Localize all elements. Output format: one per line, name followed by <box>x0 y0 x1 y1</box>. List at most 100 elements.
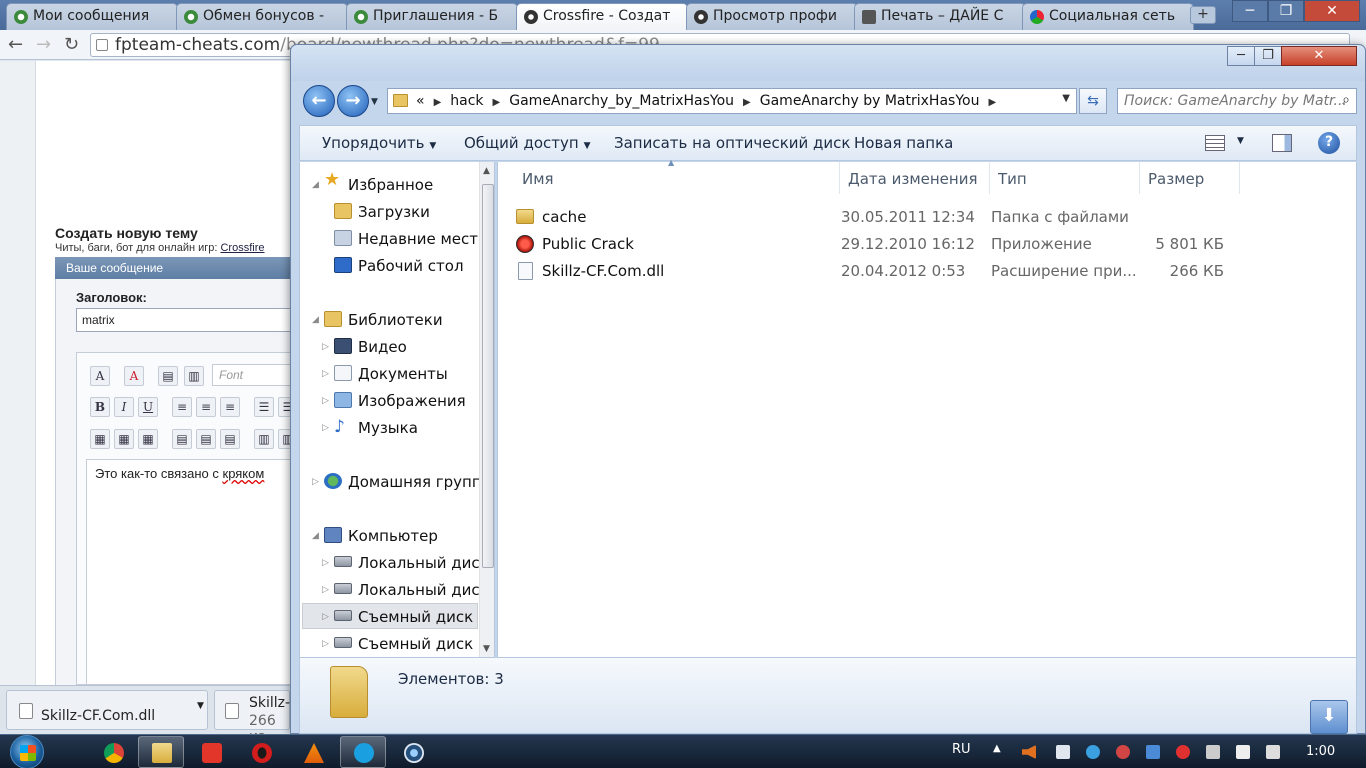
nav-libraries[interactable]: Библиотеки <box>348 311 443 329</box>
share-menu[interactable]: Общий доступ ▼ <box>464 134 591 152</box>
column-header-type[interactable]: Тип <box>990 162 1140 194</box>
language-indicator[interactable]: RU <box>952 742 971 768</box>
tool-icon[interactable] <box>1116 745 1130 759</box>
font-select[interactable]: Font <box>212 364 302 386</box>
expand-arrow-icon[interactable]: ◢ <box>312 531 319 541</box>
column-insert-icon[interactable]: ▥ <box>254 429 274 449</box>
new-tab-button[interactable]: + <box>1190 6 1216 24</box>
breadcrumb-overflow[interactable]: « <box>416 93 425 109</box>
scroll-down-icon[interactable]: ▼ <box>483 644 490 654</box>
align-center-icon[interactable]: ≡ <box>196 397 216 417</box>
nav-desktop[interactable]: Рабочий стол <box>358 257 464 275</box>
row-insert-icon[interactable]: ▤ <box>172 429 192 449</box>
row-append-icon[interactable]: ▤ <box>196 429 216 449</box>
expand-arrow-icon[interactable]: ▷ <box>322 612 329 622</box>
explorer-close-button[interactable]: ✕ <box>1281 46 1357 66</box>
nav-removable-disk-g[interactable]: Съемный диск (G <box>358 635 494 653</box>
numbered-list-icon[interactable]: ☰ <box>254 397 274 417</box>
browser-tab-1[interactable]: Мои сообщения <box>6 3 178 30</box>
file-row[interactable]: Skillz-CF.Com.dll 20.04.2012 0:53 Расшир… <box>498 258 1358 284</box>
breadcrumb-current-folder[interactable]: GameAnarchy by MatrixHasYou <box>760 93 980 109</box>
preview-pane-icon[interactable] <box>1272 134 1292 152</box>
explorer-minimize-button[interactable]: ─ <box>1227 46 1255 66</box>
expand-arrow-icon[interactable]: ◢ <box>312 180 319 190</box>
address-dropdown-icon[interactable]: ▼ <box>1062 93 1070 104</box>
nav-homegroup[interactable]: Домашняя группа <box>348 473 491 491</box>
message-textarea[interactable]: Это как-то связано с кряком <box>86 459 300 685</box>
taskbar-chrome[interactable] <box>90 736 136 768</box>
nav-downloads[interactable]: Загрузки <box>358 203 430 221</box>
chevron-down-icon[interactable]: ▼ <box>197 701 204 711</box>
battery-icon[interactable] <box>1236 745 1250 759</box>
nav-music[interactable]: Музыка <box>358 419 418 437</box>
taskbar-opera[interactable] <box>238 736 284 768</box>
nav-removable-disk-f[interactable]: Съемный диск (F <box>358 608 492 626</box>
view-dropdown-icon[interactable]: ▼ <box>1237 136 1244 146</box>
update-icon[interactable] <box>1086 745 1100 759</box>
forward-arrow-icon[interactable]: → <box>36 34 51 55</box>
bold-icon[interactable]: B <box>90 397 110 417</box>
thread-title-input[interactable]: matrix <box>76 308 300 332</box>
file-row[interactable]: Public Crack 29.12.2010 16:12 Приложение… <box>498 231 1358 257</box>
remove-format-icon[interactable]: A <box>124 366 144 386</box>
help-button[interactable]: ? <box>1318 132 1340 154</box>
taskbar-webcam[interactable] <box>390 736 436 768</box>
column-header-name[interactable]: Имя <box>514 162 840 194</box>
phone-icon[interactable] <box>1176 745 1190 759</box>
explorer-search-input[interactable]: Поиск: GameAnarchy by Matr... ⌕ <box>1117 88 1357 114</box>
paste-text-icon[interactable]: ▥ <box>184 366 204 386</box>
nav-images[interactable]: Изображения <box>358 392 466 410</box>
nav-local-disk-1[interactable]: Локальный диск <box>358 554 489 572</box>
expand-arrow-icon[interactable]: ▷ <box>322 585 329 595</box>
show-hidden-icons-icon[interactable]: ▲ <box>993 743 1001 768</box>
scroll-thumb[interactable] <box>482 184 494 568</box>
row-delete-icon[interactable]: ▤ <box>220 429 240 449</box>
table-props-icon[interactable]: ▦ <box>114 429 134 449</box>
expand-arrow-icon[interactable]: ▷ <box>322 369 329 379</box>
file-row[interactable]: cache 30.05.2011 12:34 Папка с файлами <box>498 204 1358 230</box>
monitor-icon[interactable] <box>1146 745 1160 759</box>
forward-button[interactable]: → <box>337 85 369 117</box>
expand-arrow-icon[interactable]: ▷ <box>312 477 319 487</box>
back-button[interactable]: ← <box>303 85 335 117</box>
new-folder-button[interactable]: Новая папка <box>854 134 953 152</box>
browser-tab-2[interactable]: Обмен бонусов - <box>176 3 348 30</box>
browser-minimize-button[interactable]: ─ <box>1232 0 1268 22</box>
browser-tab-7[interactable]: Социальная сеть <box>1022 3 1194 30</box>
nav-documents[interactable]: Документы <box>358 365 448 383</box>
scroll-up-icon[interactable]: ▲ <box>483 166 490 176</box>
recent-pages-chevron-icon[interactable]: ▼ <box>371 97 378 107</box>
nav-recent-places[interactable]: Недавние места <box>358 230 487 248</box>
explorer-address-bar[interactable]: « ▶ hack ▶ GameAnarchy_by_MatrixHasYou ▶ GameA… <box>387 88 1077 114</box>
breadcrumb-gameanarchy-folder[interactable]: GameAnarchy_by_MatrixHasYou <box>509 93 734 109</box>
explorer-maximize-button[interactable]: ❐ <box>1254 46 1282 66</box>
nav-scrollbar[interactable]: ▲ ▼ <box>479 162 494 657</box>
browser-tab-4-active[interactable]: Crossfire - Создат <box>516 3 688 30</box>
underline-icon[interactable]: U <box>138 397 158 417</box>
browser-tab-6[interactable]: Печать – ДАЙЕ С <box>854 3 1026 30</box>
nav-local-disk-2[interactable]: Локальный диск <box>358 581 489 599</box>
back-arrow-icon[interactable]: ← <box>8 34 23 55</box>
browser-maximize-button[interactable]: ❐ <box>1268 0 1304 22</box>
paste-icon[interactable]: ▤ <box>158 366 178 386</box>
network-error-icon[interactable] <box>1206 745 1220 759</box>
taskbar-vlc[interactable] <box>290 736 336 768</box>
organize-menu[interactable]: Упорядочить ▼ <box>322 134 436 152</box>
download-item-2[interactable]: Skillz- 266 из <box>214 690 290 745</box>
breadcrumb-hack[interactable]: hack <box>450 93 483 109</box>
italic-icon[interactable]: I <box>114 397 134 417</box>
table-delete-icon[interactable]: ▦ <box>138 429 158 449</box>
clock[interactable]: 1:00 <box>1306 744 1335 768</box>
browser-tab-5[interactable]: Просмотр профи <box>686 3 858 30</box>
expand-arrow-icon[interactable]: ▷ <box>322 396 329 406</box>
view-options-icon[interactable] <box>1205 135 1225 151</box>
align-left-icon[interactable]: ≡ <box>172 397 192 417</box>
taskbar-explorer[interactable] <box>138 736 184 768</box>
nav-favorites[interactable]: Избранное <box>348 176 433 194</box>
volume-icon[interactable] <box>1022 745 1036 759</box>
download-arrow-icon[interactable]: ⬇ <box>1310 700 1348 734</box>
expand-arrow-icon[interactable]: ▷ <box>322 342 329 352</box>
download-item-1[interactable]: Skillz-CF.Com.dll ▼ <box>6 690 208 730</box>
column-header-size[interactable]: Размер <box>1140 162 1240 194</box>
column-header-date[interactable]: Дата изменения <box>840 162 990 194</box>
